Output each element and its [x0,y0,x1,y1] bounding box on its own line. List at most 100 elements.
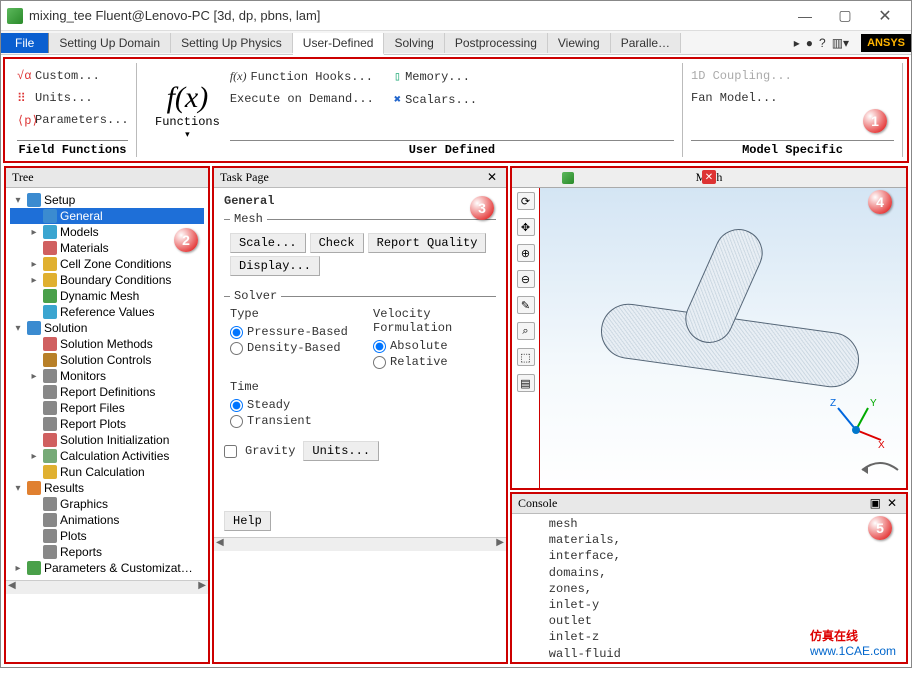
tree-item-results[interactable]: ▾Results [10,480,204,496]
tree-item-setup[interactable]: ▾Setup [10,192,204,208]
tab-user-defined[interactable]: User-Defined [293,33,385,55]
tree-item-parameters-customizat-[interactable]: ▸ Parameters & Customizat… [10,560,204,576]
tree-label: Animations [60,513,119,527]
expander-icon[interactable]: ▸ [12,563,24,574]
zoom-in-icon[interactable]: ⊕ [517,244,535,262]
fit-icon[interactable]: ⬚ [517,348,535,366]
tree-item-boundary-conditions[interactable]: ▸Boundary Conditions [10,272,204,288]
ribbon-custom[interactable]: √αCustom... [17,67,128,85]
scale-button[interactable]: Scale... [230,233,306,253]
help-button[interactable]: Help [224,511,271,531]
zoom-box-icon[interactable]: ⌕ [517,322,535,340]
refresh-icon[interactable]: ⟳ [517,192,535,210]
tab-setup-domain[interactable]: Setting Up Domain [49,33,171,53]
expander-icon[interactable]: ▾ [12,483,24,494]
ribbon-units[interactable]: ⠿Units... [17,89,128,107]
tree-item-reference-values[interactable]: Reference Values [10,304,204,320]
tab-setup-physics[interactable]: Setting Up Physics [171,33,293,53]
views-icon[interactable]: ▤ [517,374,535,392]
tree-label: Parameters & Customizat… [44,561,193,575]
maximize-button[interactable]: ▢ [825,4,865,28]
tree-item-run-calculation[interactable]: Run Calculation [10,464,204,480]
tree-item-solution-initialization[interactable]: Solution Initialization [10,432,204,448]
task-panel: Task Page✕ General Mesh Scale... Check R… [212,166,508,664]
ribbon-group-field-functions: Field Functions [17,140,128,157]
ribbon-function-hooks[interactable]: f(x) Function Hooks... [230,67,374,86]
tree-label: Materials [60,241,109,255]
radio-density-based[interactable] [230,342,243,355]
viewport[interactable]: X Y Z [540,188,906,488]
minimize-button[interactable]: — [785,4,825,28]
ribbon-memory[interactable]: ▯ Memory... [394,67,477,86]
tree-item-solution-methods[interactable]: Solution Methods [10,336,204,352]
task-close-icon[interactable]: ✕ [484,170,500,185]
tree-icon [27,561,41,575]
tree-item-cell-zone-conditions[interactable]: ▸Cell Zone Conditions [10,256,204,272]
help-icon[interactable]: ? [819,36,826,50]
console-close-icon[interactable]: ✕ [884,496,900,510]
expander-icon[interactable]: ▾ [12,323,24,334]
tree-item-solution-controls[interactable]: Solution Controls [10,352,204,368]
radio-absolute[interactable] [373,340,386,353]
console-dock-icon[interactable]: ▣ [870,496,881,510]
close-button[interactable]: ✕ [865,4,905,28]
tree-icon [43,513,57,527]
expander-icon[interactable]: ▸ [28,451,40,462]
type-label: Type [230,307,353,321]
check-button[interactable]: Check [310,233,364,253]
tree-item-report-definitions[interactable]: Report Definitions [10,384,204,400]
expander-icon[interactable]: ▸ [28,227,40,238]
ribbon-parameters[interactable]: ⟨p⟩Parameters... [17,111,128,129]
tree-item-animations[interactable]: Animations [10,512,204,528]
tree-item-general[interactable]: General [10,208,204,224]
tab-solving[interactable]: Solving [384,33,444,53]
pan-icon[interactable]: ✥ [517,218,535,236]
file-menu[interactable]: File [1,33,49,53]
svg-text:Z: Z [830,398,836,409]
tree-item-reports[interactable]: Reports [10,544,204,560]
overflow-icon[interactable]: ▸ [794,36,800,50]
ribbon-functions[interactable]: f(x) Functions▾ [145,63,230,157]
tree-scrollbar[interactable] [6,580,208,594]
collapse-icon[interactable]: ● [806,36,813,50]
tab-viewing[interactable]: Viewing [548,33,611,53]
expander-icon[interactable]: ▸ [28,371,40,382]
radio-transient[interactable] [230,415,243,428]
tree-item-calculation-activities[interactable]: ▸Calculation Activities [10,448,204,464]
tree-item-report-plots[interactable]: Report Plots [10,416,204,432]
gravity-checkbox[interactable] [224,445,237,458]
units-button[interactable]: Units... [303,441,379,461]
ribbon-scalars[interactable]: ✖ Scalars... [394,90,477,109]
tree-item-solution[interactable]: ▾Solution [10,320,204,336]
ribbon-fan-model[interactable]: Fan Model... [691,89,894,107]
tree-item-monitors[interactable]: ▸Monitors [10,368,204,384]
display-button[interactable]: Display... [230,256,320,276]
mesh-close-icon[interactable]: ✕ [702,170,716,184]
app-icon [7,8,23,24]
layout-icon[interactable]: ▥▾ [832,36,849,50]
probe-icon[interactable]: ✎ [517,296,535,314]
mesh-section: Mesh Scale... Check Report Quality Displ… [224,212,496,285]
watermark: 仿真在线 www.1CAE.com [810,627,896,658]
tree-label: Solution Initialization [60,433,169,447]
tree-item-report-files[interactable]: Report Files [10,400,204,416]
report-quality-button[interactable]: Report Quality [368,233,487,253]
expander-icon[interactable]: ▾ [12,195,24,206]
expander-icon[interactable]: ▸ [28,259,40,270]
radio-pressure-based[interactable] [230,326,243,339]
tree-item-graphics[interactable]: Graphics [10,496,204,512]
solver-section: Solver Type Pressure-Based Density-Based… [224,289,496,435]
tab-parallel[interactable]: Paralle… [611,33,681,53]
radio-relative[interactable] [373,356,386,369]
tree-title: Tree [12,170,34,185]
tree-item-plots[interactable]: Plots [10,528,204,544]
tab-postprocessing[interactable]: Postprocessing [445,33,548,53]
svg-text:X: X [878,440,885,450]
tree-item-dynamic-mesh[interactable]: Dynamic Mesh [10,288,204,304]
task-scrollbar[interactable] [214,537,506,551]
expander-icon[interactable]: ▸ [28,275,40,286]
ribbon-execute-on-demand[interactable]: Execute on Demand... [230,90,374,108]
radio-steady[interactable] [230,399,243,412]
zoom-out-icon[interactable]: ⊖ [517,270,535,288]
tree-label: Solution Controls [60,353,151,367]
